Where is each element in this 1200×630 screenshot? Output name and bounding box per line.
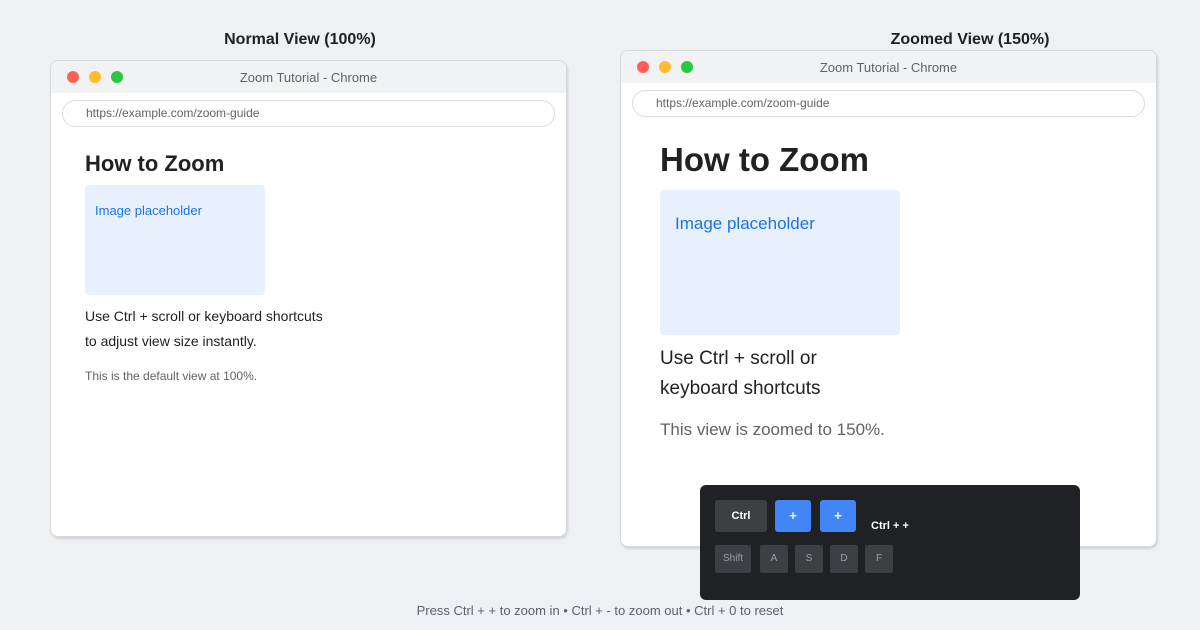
page-heading: How to Zoom [85, 151, 225, 176]
zoom-note: This view is zoomed to 150%. [660, 420, 885, 439]
address-bar[interactable]: https://example.com/zoom-guide [62, 100, 555, 127]
page-heading: How to Zoom [660, 141, 869, 178]
shift-key: Shift [715, 545, 751, 573]
browser-window-zoomed: Zoom Tutorial - Chrome https://example.c… [620, 50, 1157, 547]
window-titlebar: Zoom Tutorial - Chrome [51, 61, 566, 93]
zoomed-view-title: Zoomed View (150%) [890, 31, 1050, 48]
normal-view-title: Normal View (100%) [224, 31, 376, 48]
zoom-note: This is the default view at 100%. [85, 369, 258, 383]
shortcut-combo-label: Ctrl + + [871, 520, 909, 532]
window-title: Zoom Tutorial - Chrome [239, 70, 378, 85]
browser-window-normal: Zoom Tutorial - Chrome https://example.c… [50, 60, 567, 537]
address-bar[interactable]: https://example.com/zoom-guide [632, 90, 1145, 117]
ctrl-key: Ctrl [715, 500, 767, 532]
window-title: Zoom Tutorial - Chrome [819, 60, 958, 75]
f-key: F [865, 545, 893, 573]
s-key: S [795, 545, 823, 573]
a-key: A [760, 545, 788, 573]
image-placeholder-label: Image placeholder [95, 203, 202, 218]
footer-instructions: Press Ctrl + + to zoom in • Ctrl + - to … [416, 603, 784, 618]
image-placeholder: Image placeholder [660, 190, 900, 335]
body-text-line-1: Use Ctrl + scroll or [660, 348, 817, 369]
d-key: D [830, 545, 858, 573]
body-text-line-2: to adjust view size instantly. [85, 333, 257, 349]
body-text-line-2: keyboard shortcuts [660, 378, 821, 399]
plus-key: + [820, 500, 856, 532]
plus-key: + [775, 500, 811, 532]
body-text-line-1: Use Ctrl + scroll or keyboard shortcuts [85, 308, 323, 324]
image-placeholder-label: Image placeholder [675, 214, 815, 233]
window-titlebar: Zoom Tutorial - Chrome [621, 51, 1156, 83]
image-placeholder: Image placeholder [85, 185, 265, 295]
keyboard-shortcut-overlay: Ctrl + + Ctrl + + Shift A S D F [700, 485, 1080, 600]
